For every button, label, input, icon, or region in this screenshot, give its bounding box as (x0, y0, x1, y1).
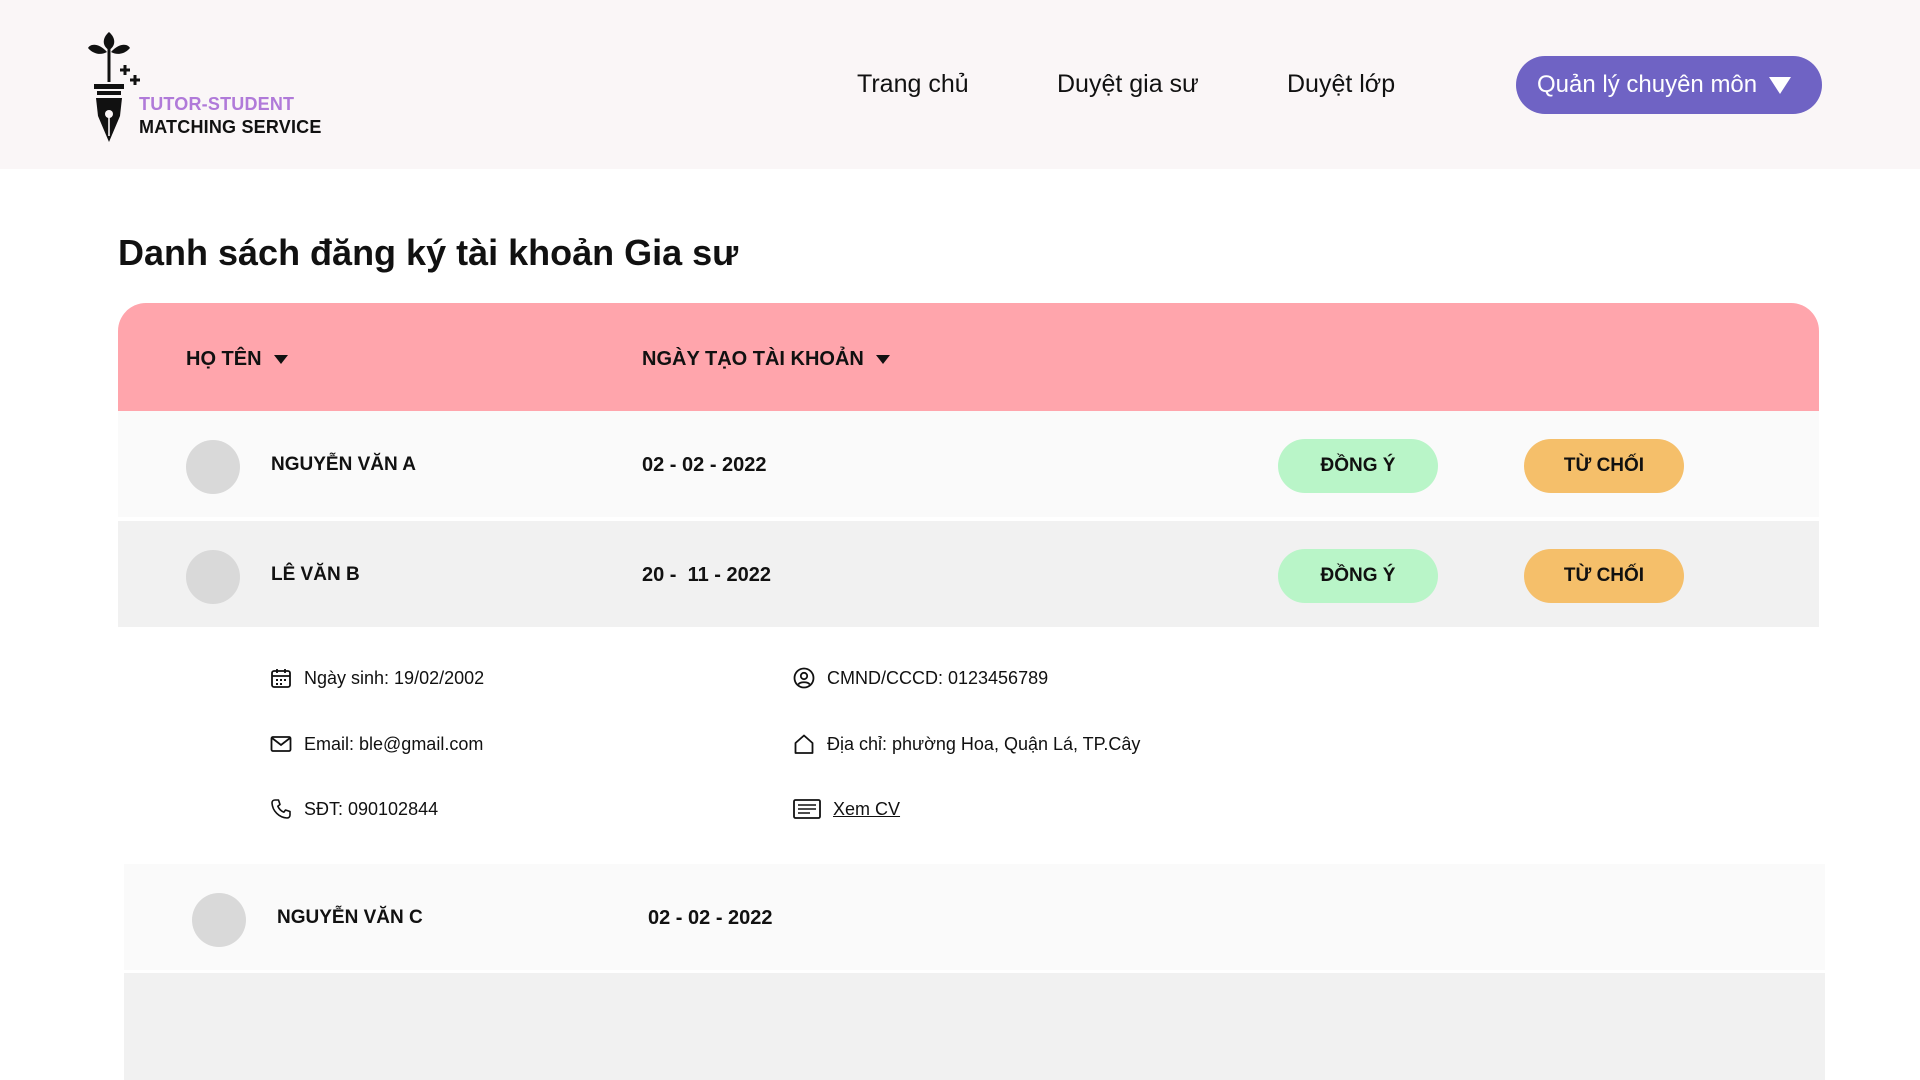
applicant-name: LÊ VĂN B (271, 564, 360, 585)
sort-down-icon (273, 355, 288, 364)
logo[interactable]: TUTOR-STUDENT MATCHING SERVICE (84, 28, 344, 146)
logo-text-line2: MATCHING SERVICE (139, 117, 322, 137)
mail-icon (270, 736, 292, 752)
column-name-label: HỌ TÊN (186, 348, 262, 370)
sort-by-created-date-header[interactable]: NGÀY TẠO TÀI KHOẢN (642, 348, 890, 371)
table-row[interactable]: NGUYỄN VĂN A 02 - 02 - 2022 ĐỒNG Ý TỪ CH… (118, 411, 1819, 517)
email-detail: Email: ble@gmail.com (270, 733, 483, 755)
user-circle-icon (793, 667, 815, 689)
avatar (192, 893, 246, 947)
page-title: Danh sách đăng ký tài khoản Gia sư (118, 232, 739, 273)
table-row[interactable]: LÊ VĂN B 20 - 11 - 2022 ĐỒNG Ý TỪ CHỐI (118, 521, 1819, 627)
caret-down-icon (1769, 76, 1792, 94)
reject-button[interactable]: TỪ CHỐI (1524, 549, 1684, 603)
email-text: Email: ble@gmail.com (304, 733, 484, 754)
nav-browse-tutors-link[interactable]: Duyệt gia sư (1057, 70, 1199, 99)
table-row[interactable]: NGUYỄN VĂN C 02 - 02 - 2022 (124, 864, 1825, 970)
applicant-name: NGUYỄN VĂN A (271, 454, 416, 475)
table-row-placeholder (124, 973, 1825, 1080)
logo-text-line1: TUTOR-STUDENT (139, 94, 295, 114)
home-icon (794, 734, 814, 754)
header: TUTOR-STUDENT MATCHING SERVICE Trang chủ… (0, 0, 1920, 169)
sort-by-name-header[interactable]: HỌ TÊN (186, 348, 288, 371)
cv-detail: Xem CV (793, 798, 900, 820)
accept-button[interactable]: ĐỒNG Ý (1278, 549, 1438, 603)
address-text: Địa chỉ: phường Hoa, Quận Lá, TP.Cây (827, 733, 1141, 754)
nav-browse-classes-link[interactable]: Duyệt lớp (1287, 70, 1395, 99)
id-card-detail: CMND/CCCD: 0123456789 (793, 667, 1048, 689)
created-date: 02 - 02 - 2022 (642, 454, 767, 476)
view-cv-link[interactable]: Xem CV (833, 799, 900, 820)
dropdown-label: Quản lý chuyên môn (1537, 71, 1758, 98)
accept-button[interactable]: ĐỒNG Ý (1278, 439, 1438, 493)
document-icon (793, 799, 821, 819)
birthdate-detail: Ngày sinh: 19/02/2002 (270, 667, 484, 689)
avatar (186, 550, 240, 604)
table-header: HỌ TÊN NGÀY TẠO TÀI KHOẢN (118, 303, 1819, 411)
calendar-icon (271, 669, 291, 688)
birthdate-text: Ngày sinh: 19/02/2002 (304, 667, 485, 688)
phone-detail: SĐT: 090102844 (270, 798, 438, 820)
nav-home-link[interactable]: Trang chủ (857, 70, 969, 99)
fountain-pen-sprout-icon (88, 32, 140, 142)
phone-icon (271, 799, 291, 819)
column-date-label: NGÀY TẠO TÀI KHOẢN (642, 348, 864, 370)
applicant-name: NGUYỄN VĂN C (277, 907, 423, 928)
created-date: 20 - 11 - 2022 (642, 564, 771, 586)
expertise-management-dropdown[interactable]: Quản lý chuyên môn (1516, 56, 1822, 114)
id-card-text: CMND/CCCD: 0123456789 (827, 667, 1049, 688)
address-detail: Địa chỉ: phường Hoa, Quận Lá, TP.Cây (793, 733, 1140, 755)
phone-text: SĐT: 090102844 (304, 798, 439, 819)
created-date: 02 - 02 - 2022 (648, 907, 773, 929)
sort-down-icon (875, 355, 890, 364)
reject-button[interactable]: TỪ CHỐI (1524, 439, 1684, 493)
avatar (186, 440, 240, 494)
